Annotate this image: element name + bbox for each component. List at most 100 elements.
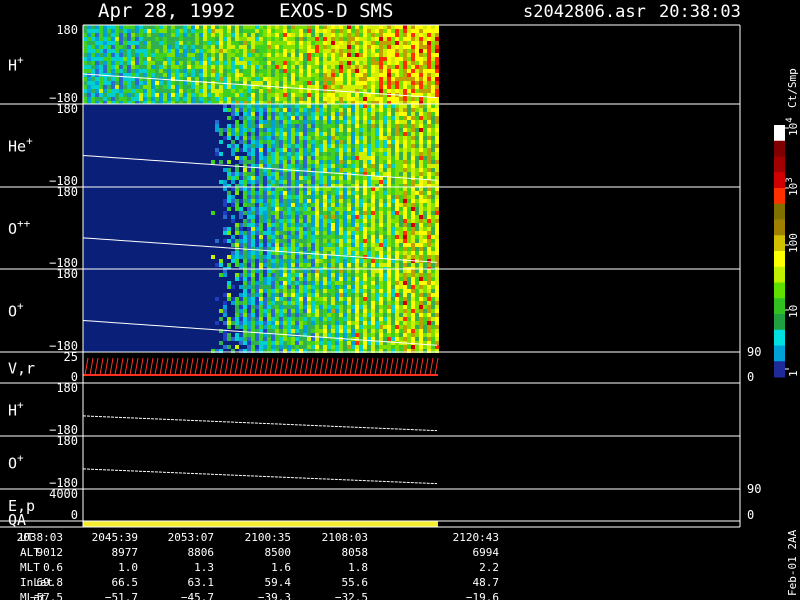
- spectrogram-cell: [367, 120, 371, 124]
- spectrogram-cell: [299, 333, 303, 337]
- spectrogram-cell: [351, 176, 355, 180]
- spectrogram-cell: [383, 180, 387, 184]
- spectrogram-cell: [391, 239, 395, 243]
- spectrogram-cell: [399, 263, 403, 267]
- spectrogram-cell: [383, 116, 387, 120]
- spectrogram-cell: [367, 227, 371, 231]
- spectrogram-cell: [391, 345, 395, 349]
- spectrogram-cell: [331, 81, 335, 85]
- spectrogram-cell: [131, 29, 135, 33]
- spectrogram-cell: [387, 140, 391, 144]
- spectrogram-cell: [255, 207, 259, 211]
- spectrogram-cell: [303, 341, 307, 345]
- spectrogram-cell: [235, 313, 239, 317]
- spectrogram-cell: [215, 69, 219, 73]
- spectrogram-cell: [163, 73, 167, 77]
- spectrogram-cell: [411, 132, 415, 136]
- spectrogram-cell: [279, 108, 283, 112]
- spectrogram-cell: [331, 108, 335, 112]
- spectrogram-cell: [263, 199, 267, 203]
- spectrogram-cell: [435, 53, 439, 57]
- spectrogram-cell: [163, 61, 167, 65]
- spectrogram-cell: [403, 61, 407, 65]
- spectrogram-cell: [423, 156, 427, 160]
- spectrogram-cell: [391, 285, 395, 289]
- spectrogram-cell: [331, 293, 335, 297]
- spectrogram-cell: [271, 81, 275, 85]
- spectrogram-cell: [355, 337, 359, 341]
- spectrogram-cell: [267, 215, 271, 219]
- spectrogram-cell: [359, 85, 363, 89]
- spectrogram-cell: [367, 235, 371, 239]
- spectrogram-cell: [407, 321, 411, 325]
- spectrogram-cell: [431, 144, 435, 148]
- spectrogram-cell: [283, 172, 287, 176]
- spectrogram-cell: [355, 247, 359, 251]
- spectrogram-cell: [339, 277, 343, 281]
- spectrogram-cell: [319, 164, 323, 168]
- spectrogram-cell: [403, 77, 407, 81]
- spectrogram-cell: [247, 33, 251, 37]
- spectrogram-cell: [259, 297, 263, 301]
- spectrogram-cell: [263, 25, 267, 29]
- spectrogram-cell: [407, 180, 411, 184]
- spectrogram-cell: [275, 81, 279, 85]
- spectrogram-cell: [327, 277, 331, 281]
- spectrogram-cell: [335, 269, 339, 273]
- spectrogram-cell: [387, 73, 391, 77]
- spectrogram-cell: [175, 65, 179, 69]
- spectrogram-cell: [159, 45, 163, 49]
- spectrogram-cell: [427, 144, 431, 148]
- spectrogram-cell: [239, 148, 243, 152]
- spectrogram-cell: [271, 259, 275, 263]
- spectrogram-cell: [435, 168, 439, 172]
- spectrogram-cell: [159, 81, 163, 85]
- spectrogram-cell: [279, 341, 283, 345]
- spectrogram-cell: [279, 160, 283, 164]
- spectrogram-cell: [91, 41, 95, 45]
- spectrogram-cell: [227, 45, 231, 49]
- spectrogram-cell: [427, 231, 431, 235]
- spectrogram-cell: [311, 305, 315, 309]
- spectrogram-cell: [231, 53, 235, 57]
- spectrogram-cell: [103, 81, 107, 85]
- spectrogram-cell: [279, 259, 283, 263]
- spectrogram-cell: [319, 57, 323, 61]
- spectrogram-cell: [415, 269, 419, 273]
- spectrogram-cell: [355, 156, 359, 160]
- spectrogram-cell: [323, 57, 327, 61]
- spectrogram-cell: [147, 85, 151, 89]
- spectrogram-cell: [351, 239, 355, 243]
- spectrogram-cell: [295, 49, 299, 53]
- spectrogram-cell: [375, 211, 379, 215]
- spectrogram-cell: [255, 25, 259, 29]
- spectrogram-cell: [299, 33, 303, 37]
- spectrogram-cell: [395, 112, 399, 116]
- spectrogram-cell: [391, 333, 395, 337]
- spectrogram-cell: [319, 199, 323, 203]
- spectrogram-cell: [99, 97, 103, 101]
- spectrogram-cell: [335, 247, 339, 251]
- spectrogram-cell: [267, 207, 271, 211]
- spectrogram-cell: [403, 172, 407, 176]
- spectrogram-cell: [319, 243, 323, 247]
- spectrogram-cell: [427, 187, 431, 191]
- spectrogram-cell: [395, 25, 399, 29]
- spectrogram-cell: [187, 37, 191, 41]
- spectrogram-cell: [343, 293, 347, 297]
- spectrogram-cell: [263, 53, 267, 57]
- spectrogram-cell: [359, 116, 363, 120]
- spectrogram-cell: [175, 49, 179, 53]
- spectrogram-cell: [391, 81, 395, 85]
- spectrogram-cell: [187, 93, 191, 97]
- spectrogram-cell: [427, 57, 431, 61]
- spectrogram-cell: [231, 239, 235, 243]
- spectrogram-cell: [307, 247, 311, 251]
- spectrogram-cell: [375, 104, 379, 108]
- spectrogram-cell: [315, 140, 319, 144]
- spectrogram-cell: [351, 259, 355, 263]
- spectrogram-cell: [395, 325, 399, 329]
- spectrogram-cell: [419, 41, 423, 45]
- spectrogram-cell: [355, 285, 359, 289]
- spectrogram-cell: [287, 49, 291, 53]
